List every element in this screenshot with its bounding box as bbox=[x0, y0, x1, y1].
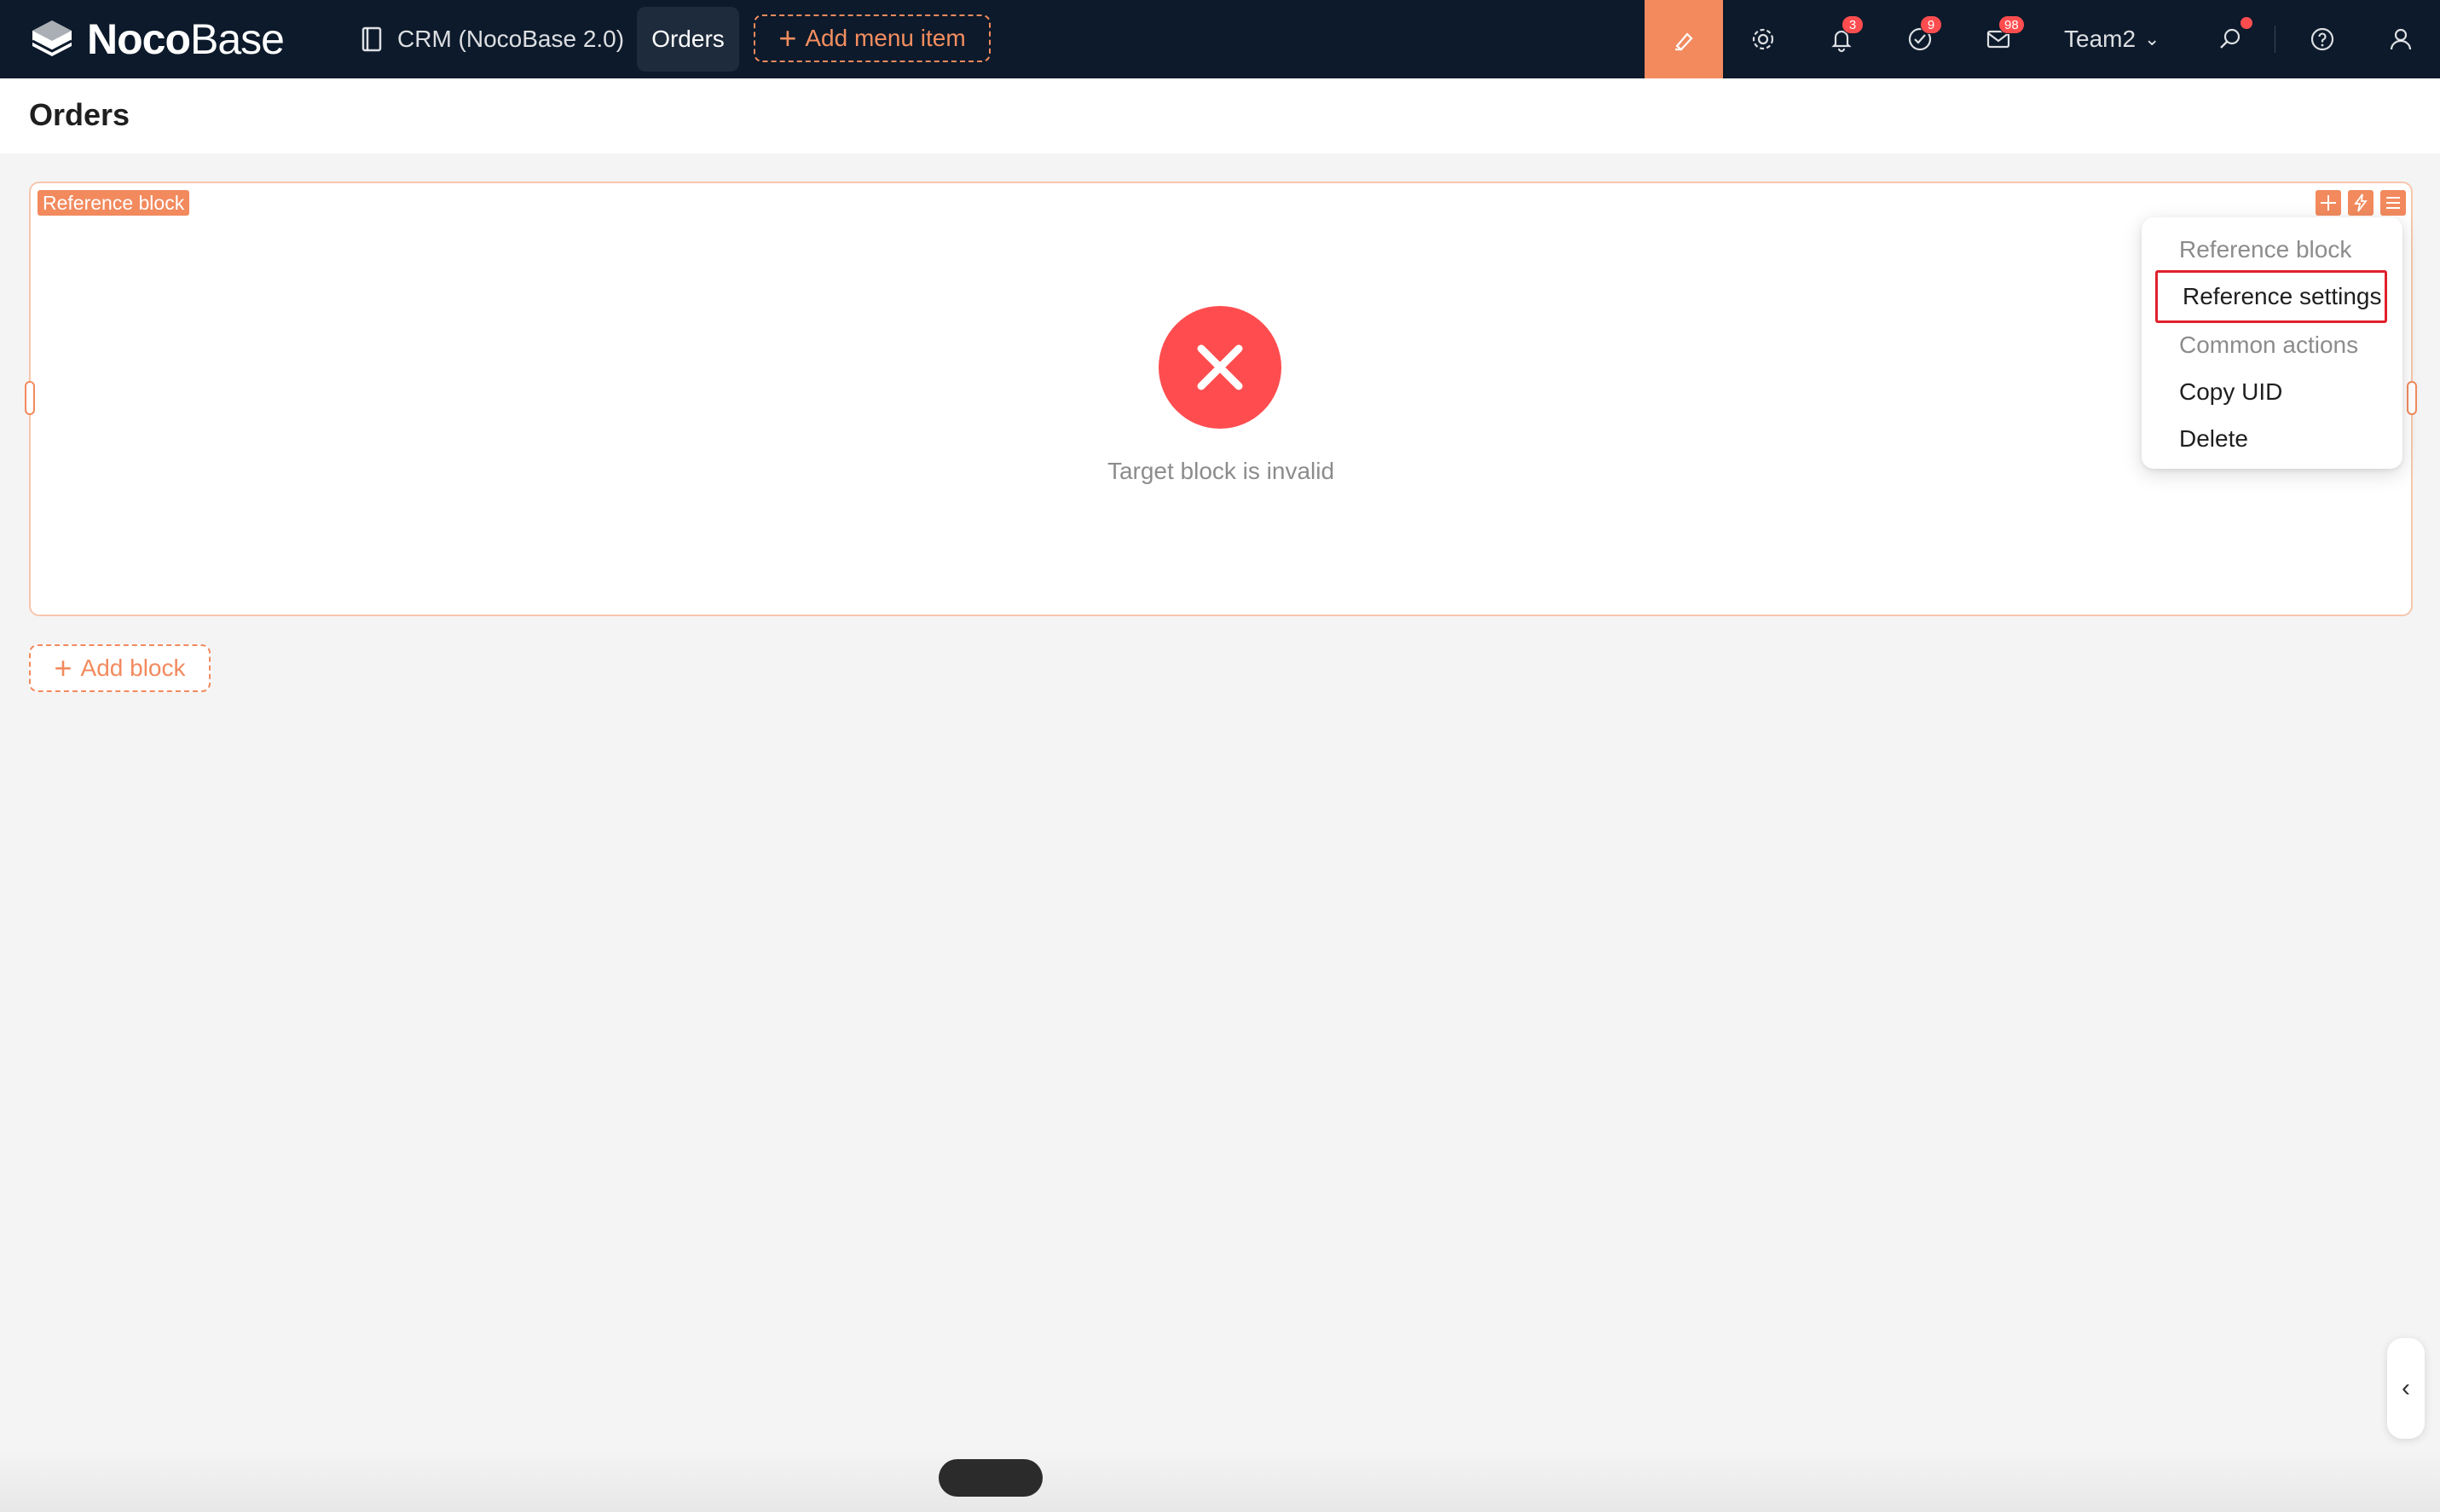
logo-text-light: Base bbox=[190, 15, 285, 63]
ui-editor-icon bbox=[1675, 32, 1693, 51]
menu-item-reference-settings[interactable]: Reference settings bbox=[2155, 270, 2387, 323]
menu-item-copy-uid[interactable]: Copy UID bbox=[2152, 368, 2392, 416]
logo[interactable]: NocoBase bbox=[27, 14, 285, 64]
chevron-left-icon: ‹ bbox=[2402, 1374, 2410, 1402]
drag-move-icon bbox=[2321, 195, 2336, 211]
nav-item-orders[interactable]: Orders bbox=[637, 7, 739, 72]
help-icon bbox=[2310, 27, 2334, 51]
nav-item-crm[interactable]: CRM (NocoBase 2.0) bbox=[346, 7, 638, 72]
tasks-badge: 9 bbox=[1920, 15, 1942, 34]
lightning-icon bbox=[2354, 193, 2368, 212]
drag-button[interactable] bbox=[2316, 190, 2341, 216]
app-root: NocoBase CRM (NocoBase 2.0) Orders + Add… bbox=[0, 0, 2440, 1512]
user-icon bbox=[2390, 28, 2412, 50]
notifications-badge: 3 bbox=[1842, 15, 1864, 34]
logo-text: NocoBase bbox=[87, 14, 285, 64]
plus-icon: + bbox=[778, 20, 797, 55]
add-block-button[interactable]: + Add block bbox=[29, 644, 211, 692]
resize-handle-left[interactable] bbox=[25, 381, 35, 415]
add-block-label: Add block bbox=[80, 655, 186, 681]
menu-group-reference-block: Reference block bbox=[2179, 236, 2352, 263]
bottom-shade bbox=[0, 1449, 2440, 1512]
search-dot bbox=[2241, 17, 2252, 29]
nocobase-logo-icon bbox=[32, 20, 72, 56]
user-button[interactable] bbox=[2384, 22, 2418, 56]
messages-badge: 98 bbox=[1998, 15, 2025, 34]
block-toolbar bbox=[2316, 190, 2406, 216]
team-label: Team2 bbox=[2064, 26, 2136, 52]
top-bar: NocoBase CRM (NocoBase 2.0) Orders + Add… bbox=[0, 0, 2440, 78]
reference-block[interactable]: Reference block Target block is invalid bbox=[25, 182, 2417, 616]
block-settings-menu: Reference block Reference settings Commo… bbox=[2142, 217, 2402, 469]
nav-item-crm-label: CRM (NocoBase 2.0) bbox=[397, 26, 625, 52]
menu-item-delete[interactable]: Delete bbox=[2152, 415, 2392, 463]
chevron-down-icon: ⌄ bbox=[2144, 28, 2160, 49]
help-button[interactable] bbox=[2305, 22, 2339, 56]
settings-button[interactable] bbox=[1746, 22, 1780, 56]
resize-handle-right[interactable] bbox=[2407, 381, 2417, 415]
error-status-icon bbox=[1159, 306, 1281, 429]
page-title: Orders bbox=[29, 97, 130, 132]
event-flow-button[interactable] bbox=[2348, 190, 2374, 216]
add-menu-item-button[interactable]: + Add menu item bbox=[754, 14, 991, 62]
search-button[interactable] bbox=[2213, 17, 2252, 56]
ui-editor-button[interactable] bbox=[1645, 0, 1723, 78]
book-icon bbox=[361, 26, 382, 52]
gear-icon bbox=[1752, 28, 1774, 50]
block-settings-button[interactable] bbox=[2380, 190, 2406, 216]
error-message: Target block is invalid bbox=[1107, 458, 1335, 484]
page-header: Orders bbox=[0, 78, 2440, 153]
tasks-button[interactable]: 9 bbox=[1903, 15, 1942, 56]
side-panel-toggle[interactable]: ‹ bbox=[2387, 1338, 2425, 1439]
plus-icon: + bbox=[54, 650, 72, 685]
team-selector[interactable]: Team2 ⌄ bbox=[2064, 22, 2160, 56]
close-icon bbox=[1197, 344, 1243, 390]
menu-icon bbox=[2386, 197, 2400, 209]
notifications-button[interactable]: 3 bbox=[1824, 15, 1864, 56]
menu-group-common-actions: Common actions bbox=[2179, 332, 2359, 358]
dock-handle[interactable] bbox=[939, 1459, 1043, 1497]
messages-button[interactable]: 98 bbox=[1981, 15, 2025, 56]
block-type-tag: Reference block bbox=[38, 190, 190, 216]
add-menu-item-label: Add menu item bbox=[805, 25, 966, 51]
logo-text-bold: Noco bbox=[87, 15, 191, 63]
nav-item-orders-label: Orders bbox=[651, 26, 725, 52]
search-icon bbox=[2220, 28, 2241, 49]
